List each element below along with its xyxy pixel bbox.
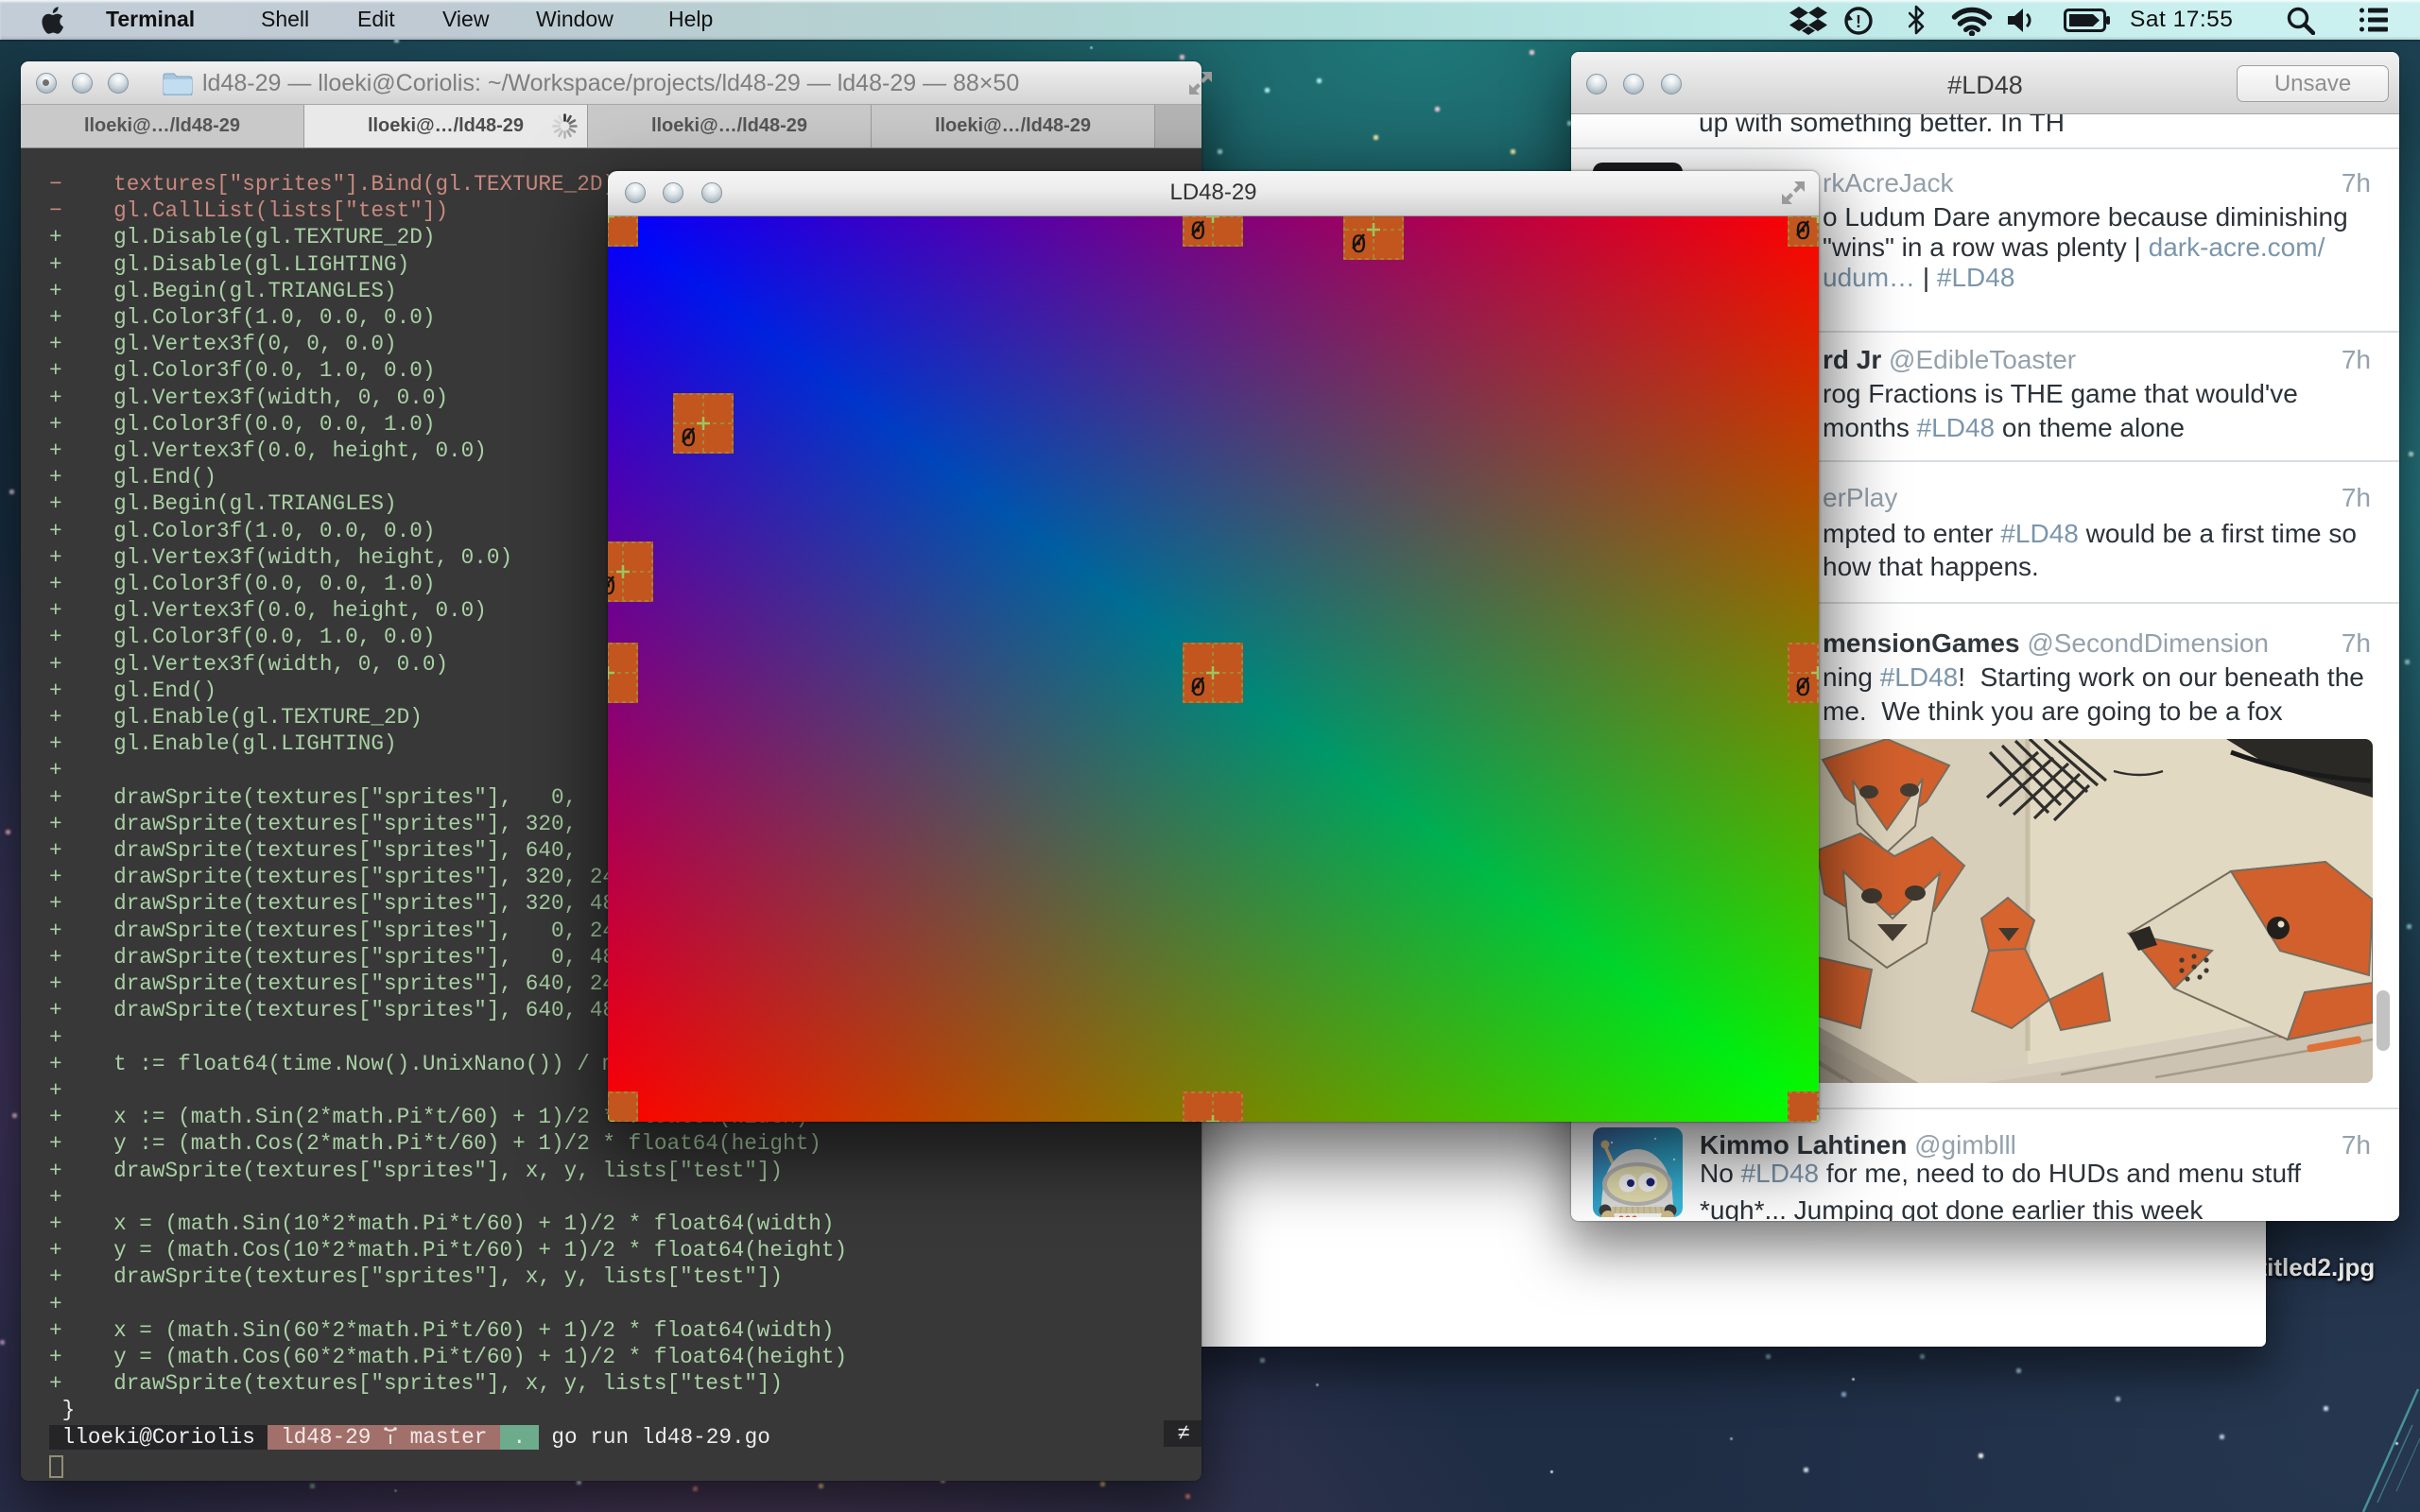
svg-text:!: ! xyxy=(1856,12,1861,31)
